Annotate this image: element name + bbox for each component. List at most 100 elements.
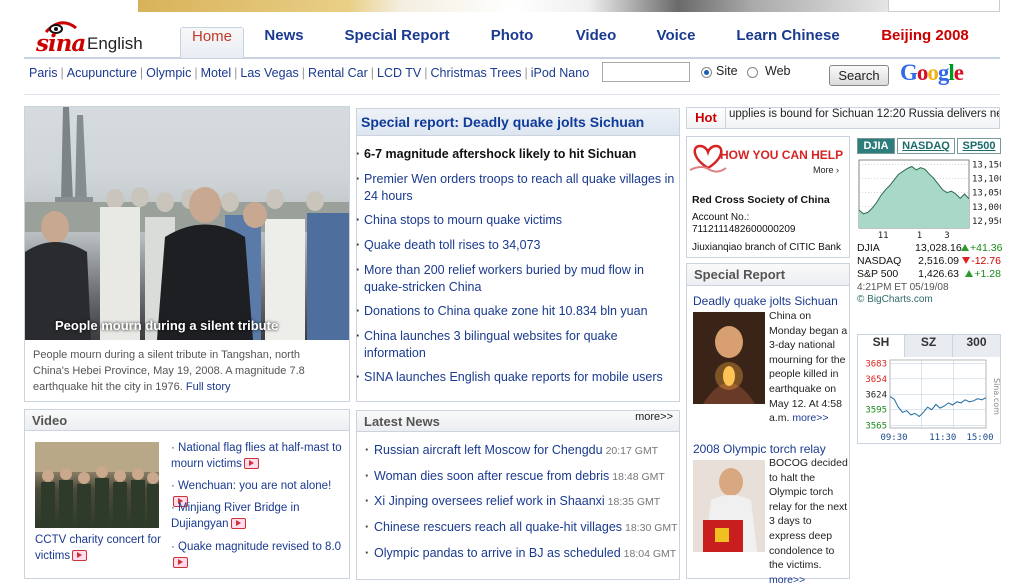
search-web-label: Web <box>765 64 791 78</box>
market-row: NASDAQ 2,516.09 -12.76 <box>857 255 1001 267</box>
quicklink[interactable]: Paris <box>29 66 57 80</box>
y-tick-label: 3624 <box>865 391 887 401</box>
nav-underline <box>24 57 1000 59</box>
tab-voice[interactable]: Voice <box>646 27 706 57</box>
header-divider <box>24 94 1000 95</box>
video-thumbnail[interactable] <box>35 442 159 528</box>
quicklink[interactable]: iPod Nano <box>531 66 589 80</box>
chart-frame <box>889 359 987 429</box>
candle-photo[interactable] <box>693 312 765 404</box>
video-link[interactable]: · Minjiang River Bridge in Dujiangyan <box>171 500 347 532</box>
video-link[interactable]: · Quake magnitude revised to 8.0 <box>171 539 347 571</box>
special-report-header[interactable]: Special report: Deadly quake jolts Sichu… <box>356 108 680 136</box>
tab-beijing-2008[interactable]: Beijing 2008 <box>870 27 980 57</box>
index-tab-300[interactable]: 300 <box>952 335 1000 357</box>
down-arrow-icon <box>962 257 971 264</box>
tab-special-report[interactable]: Special Report <box>338 27 456 57</box>
search-site-radio[interactable] <box>701 67 712 78</box>
market-source-link[interactable]: © BigCharts.com <box>857 294 933 305</box>
quicklink[interactable]: Rental Car <box>308 66 368 80</box>
help-more-link[interactable]: More › <box>813 165 839 175</box>
sina-watermark: Sina.com <box>992 378 1000 415</box>
x-tick-label: 09:30 <box>880 433 907 443</box>
main-nav: Home News Special Report Photo Video Voi… <box>180 27 1000 58</box>
y-tick-label: 3595 <box>865 406 887 416</box>
tab-photo[interactable]: Photo <box>480 27 544 57</box>
torch-photo[interactable] <box>693 460 765 552</box>
quicklink[interactable]: Acupuncture <box>67 66 137 80</box>
quicklink[interactable]: Olympic <box>146 66 191 80</box>
market-row: S&P 500 1,426.63 +1.28 <box>857 268 1001 280</box>
video-icon <box>230 518 246 530</box>
market-tab-sp500[interactable]: SP500 <box>957 138 1001 154</box>
special-report-item[interactable]: SINA launches English quake reports for … <box>356 369 676 386</box>
hot-ticker-text[interactable]: upplies is bound for Sichuan 12:20 Russi… <box>729 108 999 128</box>
tab-learn-chinese[interactable]: Learn Chinese <box>732 27 844 57</box>
tab-news[interactable]: News <box>254 27 314 57</box>
x-tick-label: 15:00 <box>966 433 993 443</box>
market-tab-djia[interactable]: DJIA <box>857 138 895 154</box>
google-logo[interactable]: Google <box>900 60 964 86</box>
market-row: DJIA 13,028.16 +41.36 <box>857 242 1003 254</box>
quick-links: Paris | Acupuncture | Olympic | Motel | Las Vega… <box>29 66 590 80</box>
news-item[interactable]: Russian aircraft left Moscow for Chengdu… <box>365 442 658 460</box>
special-report-item[interactable]: 6-7 magnitude aftershock likely to hit S… <box>356 146 676 163</box>
y-tick-label: 13,100 <box>972 174 1001 184</box>
sidebar-story-more-link[interactable]: more>> <box>792 412 828 424</box>
x-tick-label: 1 <box>917 231 922 240</box>
quicklink[interactable]: Las Vegas <box>240 66 298 80</box>
special-report-item[interactable]: Quake death toll rises to 34,073 <box>356 237 676 254</box>
video-link[interactable]: · National flag flies at half-mast to mo… <box>171 440 347 472</box>
y-tick-label: 13,150 <box>972 160 1001 170</box>
quicklink[interactable]: Christmas Trees <box>431 66 522 80</box>
help-branch: Jiuxianqiao branch of CITIC Bank <box>692 242 841 253</box>
x-tick-label: 3 <box>944 231 949 240</box>
index-tab-sh[interactable]: SH <box>858 335 904 357</box>
x-tick-label: 11 <box>878 231 889 240</box>
search-web-radio[interactable] <box>747 67 758 78</box>
special-report-item[interactable]: Donations to China quake zone hit 10.834… <box>356 303 676 320</box>
news-item[interactable]: Olympic pandas to arrive in BJ as schedu… <box>365 545 676 563</box>
sidebar-story-more-link[interactable]: more>> <box>769 574 805 586</box>
top-ad-banner[interactable] <box>138 0 888 12</box>
special-report-item[interactable]: Premier Wen orders troops to reach all q… <box>356 171 676 205</box>
special-report-item[interactable]: China stops to mourn quake victims <box>356 212 676 229</box>
candle-illustration <box>703 326 755 404</box>
search-site-label: Site <box>716 64 738 78</box>
news-item[interactable]: Xi Jinping oversees relief work in Shaan… <box>365 493 660 511</box>
quicklink[interactable]: LCD TV <box>377 66 421 80</box>
y-tick-label: 12,950 <box>972 217 1001 227</box>
sidebar-story-title[interactable]: Deadly quake jolts Sichuan <box>693 294 838 308</box>
concert-illustration <box>35 442 159 528</box>
sidebar-story-title[interactable]: 2008 Olympic torch relay <box>693 442 826 456</box>
news-item[interactable]: Chinese rescuers reach all quake-hit vil… <box>365 519 678 537</box>
y-tick-label: 3565 <box>865 421 887 431</box>
logo-suffix: English <box>87 34 143 53</box>
up-arrow-icon <box>965 270 974 277</box>
feature-caption[interactable]: People mourn during a silent tribute <box>55 318 278 333</box>
video-thumbnail-caption[interactable]: CCTV charity concert for victims <box>35 532 165 564</box>
sh-index-chart[interactable]: 3683 3654 3624 3595 3565 09:30 11:30 15:00 Sina.… <box>858 358 1000 444</box>
y-tick-label: 3654 <box>865 375 887 385</box>
index-tab-sz[interactable]: SZ <box>904 335 952 357</box>
x-tick-label: 11:30 <box>929 433 956 443</box>
sidebar-special-header: Special Report <box>687 264 849 286</box>
top-ad-slot <box>888 0 1000 12</box>
full-story-link[interactable]: Full story <box>186 381 231 393</box>
tab-video[interactable]: Video <box>564 27 628 57</box>
search-button[interactable]: Search <box>829 65 889 86</box>
help-account: Account No.: 7112111482600000209 <box>692 212 796 235</box>
sidebar-story-text: BOCOG decided to halt the Olympic torch … <box>769 457 848 586</box>
search-input[interactable] <box>602 62 690 82</box>
special-report-item[interactable]: More than 200 relief workers buried by m… <box>356 262 676 296</box>
sina-logo[interactable]: sina English <box>36 18 146 57</box>
djia-chart[interactable]: 13,15013,10013,05013,00012,9501113 <box>857 156 1001 240</box>
y-tick-label: 3683 <box>865 360 887 370</box>
tab-home[interactable]: Home <box>180 27 244 58</box>
news-item[interactable]: Woman dies soon after rescue from debris… <box>365 468 665 486</box>
market-tab-nasdaq[interactable]: NASDAQ <box>897 138 955 154</box>
special-report-item[interactable]: China launches 3 bilingual websites for … <box>356 328 676 362</box>
feature-photo[interactable] <box>25 107 349 340</box>
video-icon <box>173 557 188 569</box>
quicklink[interactable]: Motel <box>201 66 232 80</box>
